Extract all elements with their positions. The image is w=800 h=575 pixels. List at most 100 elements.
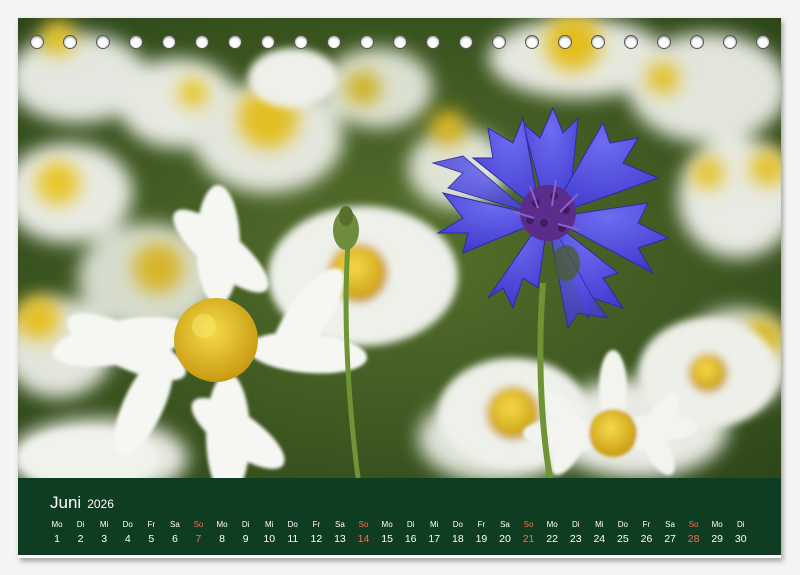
binding-ring [558, 35, 572, 49]
weekday-label: Di [76, 520, 85, 529]
day-cell: Fr 26 [635, 519, 657, 547]
year-label: 2026 [87, 497, 114, 511]
calendar-sheet: Juni 2026 Mo 1 Di 2 Mi 3 Do 4 Fr 5 Sa 6 So 7 Mo 8 Di 9 Mi 1… [18, 18, 781, 558]
calendar-bar: Juni 2026 Mo 1 Di 2 Mi 3 Do 4 Fr 5 Sa 6 So 7 Mo 8 Di 9 Mi 1… [18, 478, 781, 555]
day-number: 5 [148, 533, 155, 545]
binding-ring [162, 35, 176, 49]
weekday-label: Sa [335, 520, 345, 529]
day-cell: Mo 29 [706, 519, 728, 547]
binding-ring [426, 35, 440, 49]
day-number: 30 [734, 533, 747, 545]
weekday-label: Di [571, 520, 580, 529]
day-number: 27 [664, 533, 676, 545]
weekday-label: Mi [430, 520, 439, 529]
binding-ring [129, 35, 143, 49]
day-cell: Di 2 [70, 519, 92, 547]
day-cell: Di 23 [565, 519, 587, 547]
binding-ring [228, 35, 242, 49]
day-cell: Di 16 [400, 519, 422, 547]
weekday-label: Mi [264, 520, 274, 529]
month-title: Juni 2026 [50, 493, 114, 513]
day-number: 28 [687, 533, 700, 545]
day-number: 3 [101, 533, 108, 545]
cornflower-photo [18, 18, 781, 478]
weekday-label: Di [406, 520, 415, 529]
binding-ring [96, 35, 110, 49]
weekday-label: Do [452, 520, 463, 529]
day-cell: Sa 20 [494, 519, 516, 547]
day-number: 25 [617, 533, 629, 545]
weekday-label: Fr [477, 520, 486, 529]
day-cell: Mi 10 [258, 519, 280, 547]
day-number: 18 [451, 533, 464, 545]
weekday-label: So [523, 520, 534, 529]
binding-ring [360, 35, 374, 49]
weekday-label: Di [736, 520, 745, 529]
day-number: 8 [219, 533, 225, 545]
day-number: 7 [195, 533, 202, 545]
page: Juni 2026 Mo 1 Di 2 Mi 3 Do 4 Fr 5 Sa 6 So 7 Mo 8 Di 9 Mi 1… [0, 0, 800, 575]
day-number: 11 [287, 533, 299, 545]
day-cell: Do 4 [117, 519, 139, 547]
weekday-label: Mo [546, 520, 558, 529]
weekday-label: Do [617, 520, 628, 529]
day-number: 13 [334, 533, 346, 545]
day-cell: Fr 12 [305, 519, 327, 547]
binding-ring [459, 35, 473, 49]
day-cell: So 21 [518, 519, 540, 547]
weekday-label: Do [122, 520, 133, 529]
binding-ring [723, 35, 737, 49]
binding-ring [492, 35, 506, 49]
day-number: 23 [569, 533, 582, 545]
day-number: 10 [263, 533, 276, 545]
weekday-label: Mo [711, 520, 723, 529]
weekday-label: So [193, 520, 204, 529]
day-number: 2 [77, 533, 84, 545]
day-cell: Sa 27 [659, 519, 681, 547]
day-number: 6 [171, 533, 178, 545]
day-cell: So 28 [683, 519, 705, 547]
binding-ring [327, 35, 341, 49]
day-cell: Mo 1 [46, 519, 68, 547]
day-cell: Mi 24 [588, 519, 610, 547]
day-number: 14 [357, 533, 370, 545]
day-cell: Fr 19 [470, 519, 492, 547]
weekday-label: Mo [381, 520, 393, 529]
day-number: 4 [124, 533, 131, 545]
day-cell: Do 18 [447, 519, 469, 547]
day-number: 20 [499, 533, 511, 545]
month-name: Juni [50, 493, 82, 512]
binding-ring [195, 35, 209, 49]
day-number: 26 [640, 533, 653, 545]
day-cell: Sa 13 [329, 519, 351, 547]
weekday-label: Fr [147, 520, 156, 529]
binding-ring [30, 35, 44, 49]
binding-ring [525, 35, 539, 49]
weekday-label: Mo [51, 520, 63, 529]
binding-ring [690, 35, 704, 49]
day-number: 1 [54, 533, 60, 545]
day-number: 24 [593, 533, 606, 545]
spiral-binding [30, 34, 770, 50]
weekday-label: Fr [642, 520, 651, 529]
weekday-label: Sa [500, 520, 510, 529]
binding-ring [624, 35, 638, 49]
weekday-label: Sa [665, 520, 675, 529]
day-cell: So 14 [353, 519, 375, 547]
day-cell: Mo 22 [541, 519, 563, 547]
day-cell: So 7 [187, 519, 209, 547]
weekday-label: So [688, 520, 699, 529]
weekday-label: Mi [595, 520, 604, 529]
day-cell: Do 25 [612, 519, 634, 547]
day-number: 21 [522, 533, 535, 545]
day-number: 16 [404, 533, 417, 545]
day-number: 12 [310, 533, 323, 545]
day-cell: Mo 8 [211, 519, 233, 547]
binding-ring [756, 35, 770, 49]
day-number: 22 [546, 533, 558, 545]
day-number: 17 [428, 533, 441, 545]
day-strip: Mo 1 Di 2 Mi 3 Do 4 Fr 5 Sa 6 So 7 Mo 8 Di 9 Mi 10 Do 11 Fr 12 S… [46, 519, 752, 547]
day-cell: Mo 15 [376, 519, 398, 547]
day-cell: Sa 6 [164, 519, 186, 547]
day-cell: Do 11 [282, 519, 304, 547]
